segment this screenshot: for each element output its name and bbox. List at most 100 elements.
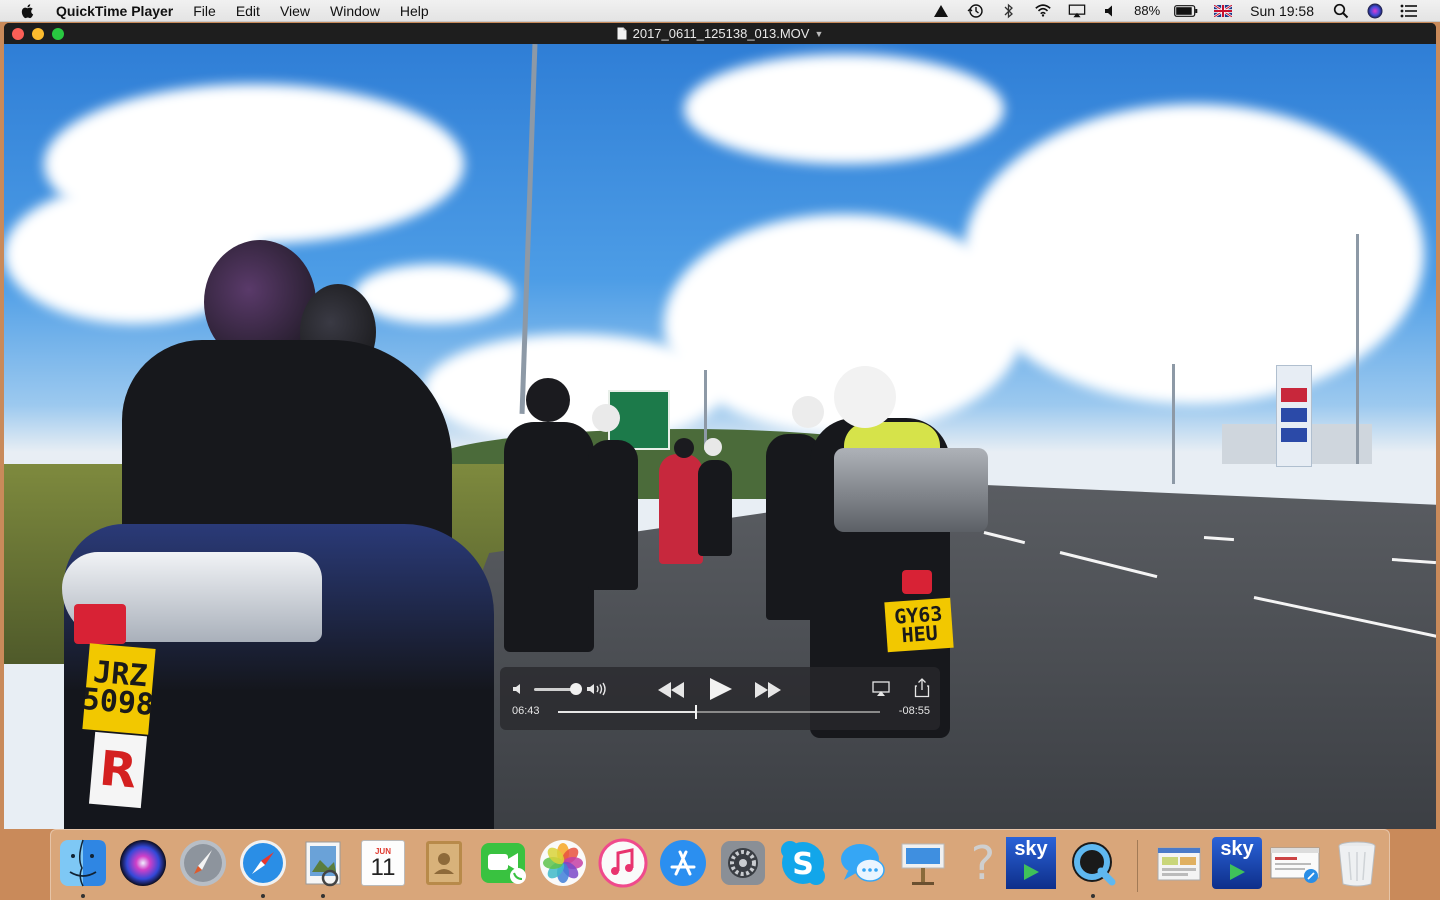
airplay-display-icon[interactable] (1068, 3, 1086, 19)
rider (588, 440, 638, 590)
helmet (792, 396, 824, 428)
video-frame[interactable]: GY63 HEU JRZ 5098 R 06:43 -08:55 (4, 44, 1436, 829)
dock-separator (1137, 840, 1138, 892)
dock-itunes[interactable] (597, 837, 649, 889)
app-store-icon (660, 840, 706, 886)
remaining-time: -08:55 (898, 705, 930, 717)
time-machine-icon[interactable] (966, 3, 984, 19)
learner-plate: R (88, 731, 148, 809)
window-close-button[interactable] (12, 28, 24, 40)
window-thumbnail-icon (1270, 847, 1320, 883)
system-preferences-icon (721, 841, 765, 885)
helmet (834, 366, 896, 428)
cloud (684, 54, 1004, 164)
finder-icon (60, 839, 106, 887)
volume-knob[interactable] (570, 683, 582, 695)
top-box (834, 448, 988, 532)
dock-photos[interactable] (537, 837, 589, 889)
svg-text:S: S (792, 847, 814, 882)
spotlight-icon[interactable] (1332, 3, 1350, 19)
tesco-sign (1276, 365, 1312, 467)
dock-safari[interactable] (237, 837, 289, 898)
number-plate: GY63 HEU (884, 597, 954, 653)
sky-go-icon: sky (1006, 837, 1056, 889)
dock-downloads-stack[interactable] (1153, 837, 1205, 889)
street-light-pole (704, 370, 707, 450)
rider (659, 454, 703, 564)
scrubber-played (558, 711, 697, 713)
dock-sky-go[interactable]: sky (1005, 837, 1057, 889)
dock-finder[interactable] (57, 837, 109, 898)
drive-eject-icon[interactable] (932, 3, 950, 19)
airplay-button[interactable] (872, 681, 890, 697)
help-icon: ? (970, 836, 996, 890)
fast-forward-button[interactable] (754, 681, 782, 699)
dock-app-store[interactable] (657, 837, 709, 889)
menu-edit[interactable]: Edit (226, 0, 270, 22)
menu-help[interactable]: Help (390, 0, 439, 22)
quicktime-window: 2017_0611_125138_013.MOV ▼ GY63 HEU JRZ … (4, 23, 1436, 829)
rewind-button[interactable] (657, 681, 685, 699)
tail-light (74, 604, 126, 644)
playback-controls[interactable]: 06:43 -08:55 (500, 667, 940, 730)
menu-bar: QuickTime Player File Edit View Window H… (0, 0, 1440, 22)
window-title[interactable]: 2017_0611_125138_013.MOV (633, 26, 810, 41)
window-minimize-button[interactable] (32, 28, 44, 40)
dock-quicktime[interactable] (1067, 837, 1119, 898)
street-light-pole (1356, 234, 1359, 464)
street-light-pole (1172, 364, 1175, 484)
dock-help[interactable]: ? (957, 837, 1009, 889)
menu-file[interactable]: File (183, 0, 226, 22)
volume-low-icon[interactable] (512, 683, 526, 695)
preview-icon (305, 841, 341, 887)
dock-contacts[interactable] (417, 837, 469, 889)
contacts-icon (426, 841, 462, 885)
helmet (704, 438, 722, 456)
share-button[interactable] (914, 678, 930, 698)
window-titlebar[interactable]: 2017_0611_125138_013.MOV ▼ (4, 23, 1436, 44)
uk-flag-input-icon[interactable] (1214, 3, 1233, 19)
playhead[interactable] (695, 705, 698, 719)
volume-icon[interactable] (1102, 3, 1120, 19)
dock-siri[interactable] (117, 837, 169, 889)
running-indicator (81, 894, 85, 898)
dock-trash[interactable] (1331, 837, 1383, 889)
trash-icon (1338, 841, 1376, 887)
app-menu[interactable]: QuickTime Player (50, 0, 183, 22)
menubar-clock[interactable]: Sun 19:58 (1250, 3, 1314, 19)
dock-keynote[interactable] (897, 837, 949, 889)
dock-window-preview[interactable] (1269, 837, 1321, 889)
apple-menu-icon[interactable] (20, 3, 36, 19)
window-zoom-button[interactable] (52, 28, 64, 40)
dock-skype[interactable]: S (777, 837, 829, 889)
wifi-icon[interactable] (1034, 3, 1052, 19)
launchpad-icon (180, 840, 226, 886)
folder-stack-icon (1157, 847, 1201, 881)
menu-view[interactable]: View (270, 0, 320, 22)
battery-icon[interactable] (1174, 3, 1198, 19)
dock-calendar[interactable]: JUN 11 (357, 837, 409, 889)
chevron-down-icon[interactable]: ▼ (814, 29, 823, 39)
menu-window[interactable]: Window (320, 0, 390, 22)
siri-icon[interactable] (1366, 3, 1384, 19)
dock-messages[interactable] (837, 837, 889, 889)
running-indicator (261, 894, 265, 898)
dock-sky-go-2[interactable]: sky (1211, 837, 1263, 889)
volume-high-icon[interactable] (586, 682, 608, 696)
bluetooth-icon[interactable] (1000, 3, 1018, 19)
battery-percent: 88% (1134, 3, 1161, 18)
notification-center-icon[interactable] (1400, 3, 1418, 19)
facetime-icon (481, 843, 526, 884)
scrubber-track[interactable] (558, 705, 880, 719)
itunes-icon (598, 838, 648, 888)
dock-facetime[interactable] (477, 837, 529, 889)
document-icon[interactable] (617, 27, 627, 40)
dock-preview[interactable] (297, 837, 349, 898)
dock-system-preferences[interactable] (717, 837, 769, 889)
elapsed-time: 06:43 (512, 705, 540, 717)
running-indicator (1091, 894, 1095, 898)
photos-icon (540, 840, 586, 886)
dock-launchpad[interactable] (177, 837, 229, 889)
play-button[interactable] (708, 677, 734, 701)
siri-icon (120, 840, 166, 886)
